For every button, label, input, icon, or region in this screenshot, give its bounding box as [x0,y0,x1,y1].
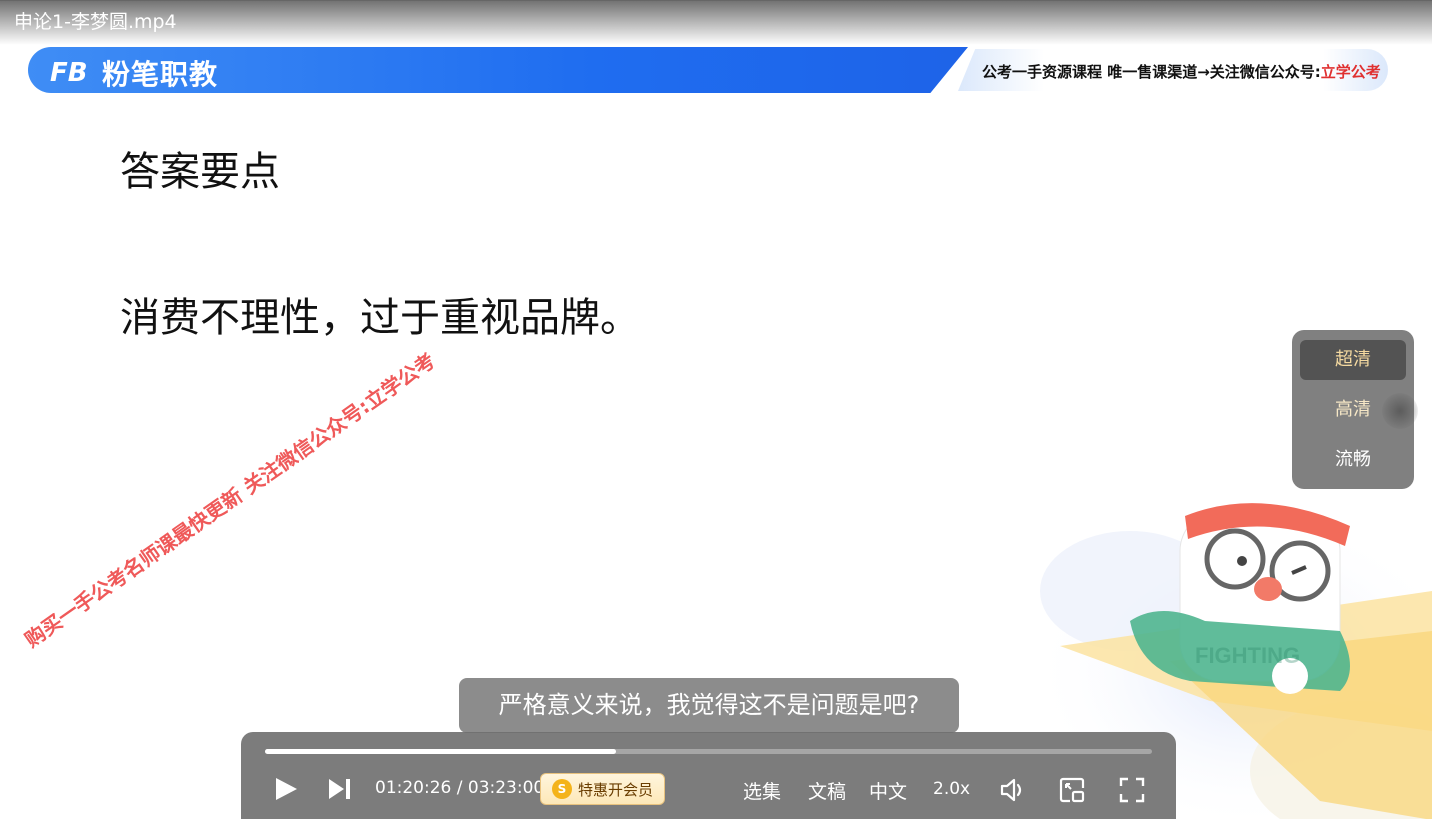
art-caption: FIGHTING [1195,643,1300,668]
language-button[interactable]: 中文 [869,777,907,804]
brand-mark: FB [50,58,88,88]
vip-label: 特惠开会员 [577,780,653,799]
volume-icon[interactable] [998,776,1026,804]
time-display: 01:20:26 / 03:23:00 [375,778,545,798]
coin-icon: S [551,779,572,799]
fullscreen-icon[interactable] [1118,776,1146,804]
brand-logo: FB 粉笔职教 [50,53,218,93]
slide-heading: 答案要点 [120,149,280,195]
slide-body: 消费不理性，过于重视品牌。 [120,295,640,341]
file-title: 申论1-李梦圆.mp4 [14,11,177,33]
picture-in-picture-icon[interactable] [1058,776,1086,804]
vip-button[interactable]: S 特惠开会员 [540,773,665,805]
brand-name: 粉笔职教 [102,58,219,91]
progress-bar[interactable] [265,749,1152,754]
slide-banner: FB 粉笔职教 公考一手资源课程 唯一售课渠道→关注微信公众号:立学公考 [28,47,1388,93]
banner-notice: 公考一手资源课程 唯一售课渠道→关注微信公众号:立学公考 [982,61,1381,82]
control-bar: 01:20:26 / 03:23:00 S 特惠开会员 选集 文稿 中文 2.0… [241,732,1176,819]
play-icon[interactable] [273,776,299,802]
watermark: 购买一手公考名师课最快更新 关注微信公众号:立学公考 [20,348,440,652]
video-player[interactable]: 申论1-李梦圆.mp4 FB 粉笔职教 公考一手资源课程 唯一售课渠道→关注微信… [0,0,1432,819]
quality-option-smooth[interactable]: 流畅 [1300,440,1406,480]
transcript-button[interactable]: 文稿 [808,777,846,804]
title-bar: 申论1-李梦圆.mp4 [0,1,1432,45]
banner-notice-highlight: 立学公考 [1320,63,1381,81]
next-icon[interactable] [327,777,353,801]
quality-option-super-hd[interactable]: 超清 [1300,340,1406,380]
subtitle-caption: 严格意义来说，我觉得这不是问题是吧? [459,678,959,733]
quality-toggle-handle[interactable] [1382,393,1418,429]
episodes-button[interactable]: 选集 [743,777,781,804]
speed-button[interactable]: 2.0x [933,779,970,799]
progress-fill [265,749,617,754]
banner-notice-text: 公考一手资源课程 唯一售课渠道→关注微信公众号: [982,63,1321,81]
